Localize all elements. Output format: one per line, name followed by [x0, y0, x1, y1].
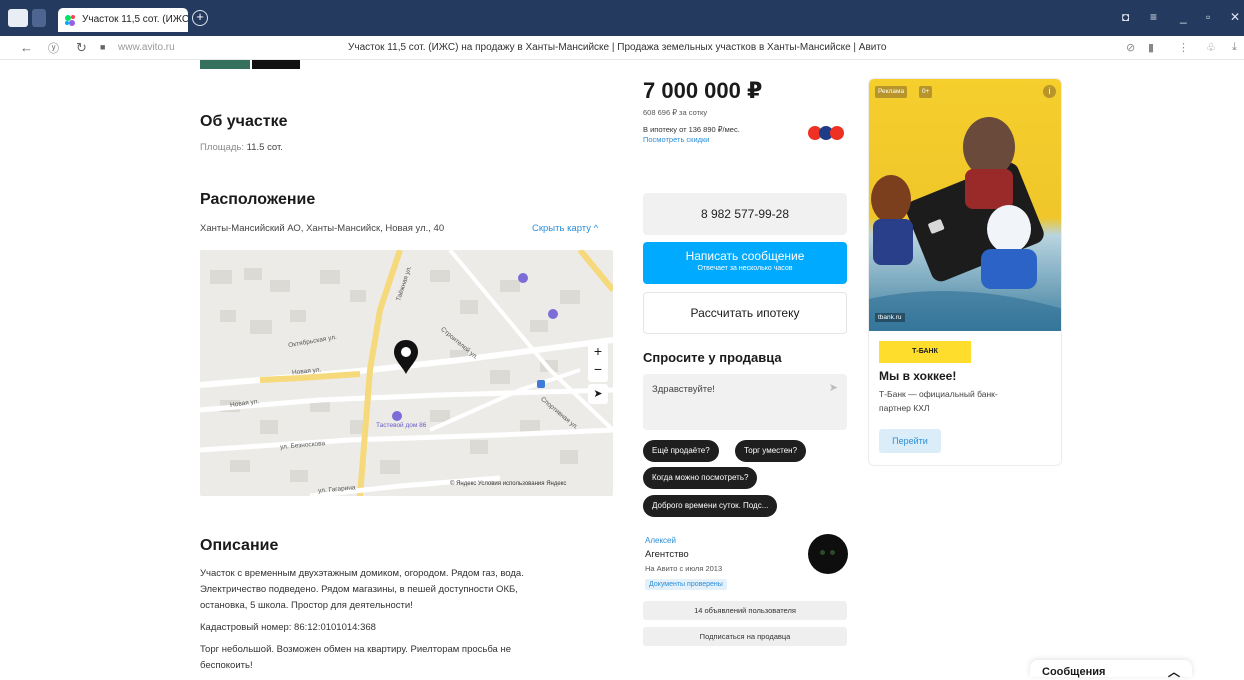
bookmark-icon[interactable]: ◘ — [1122, 10, 1129, 24]
more-icon[interactable]: ⋮ — [1178, 41, 1189, 54]
price-per-sotka: 608 696 ₽ за сотку — [643, 108, 708, 117]
avito-favicon-icon — [64, 14, 76, 26]
description-line: остановка, 5 школа. Простор для деятельн… — [200, 600, 413, 611]
quick-question-chip[interactable]: Торг уместен? — [735, 440, 807, 462]
close-window-icon[interactable]: ✕ — [1230, 10, 1240, 24]
ad-source: tbank.ru — [875, 313, 905, 322]
seller-listings-button[interactable]: 14 объявлений пользователя — [643, 601, 847, 620]
ad-banner[interactable]: Реклама 0+ i tbank.ru Т-БАНК Мы в хоккее… — [868, 78, 1062, 466]
about-heading: Об участке — [200, 113, 288, 130]
menu-icon[interactable]: ≡ — [1150, 10, 1157, 24]
messages-label: Сообщения — [1042, 666, 1106, 678]
age-label: 0+ — [919, 86, 933, 98]
description-line: Участок с временным двухэтажным домиком,… — [200, 568, 524, 579]
address-bar: ← ⓨ ↻ ■ www.avito.ru Участок 11,5 сот. (… — [0, 36, 1244, 60]
seller-type: Агентство — [645, 549, 689, 560]
zoom-controls: + − — [588, 342, 608, 382]
restore-icon[interactable]: ▫ — [1206, 10, 1210, 24]
area-value: 11.5 сот. — [246, 142, 283, 153]
avatar-eye — [820, 550, 825, 555]
seller-avatar[interactable] — [808, 534, 848, 574]
info-icon[interactable]: i — [1043, 85, 1056, 98]
bank-icon — [830, 126, 844, 140]
url-text[interactable]: www.avito.ru — [118, 42, 175, 53]
quick-question-chip[interactable]: Доброго времени суток. Подс... — [643, 495, 778, 517]
ask-seller-heading: Спросите у продавца — [643, 350, 782, 365]
bookmark-add-icon[interactable]: ▮ — [1148, 41, 1154, 54]
browser-tabbar: Участок 11,5 сот. (ИЖС × + ◘ ≡ _ ▫ ✕ — [0, 0, 1244, 36]
quick-question-chip[interactable]: Ещё продаёте? — [643, 440, 719, 462]
write-message-button[interactable]: Написать сообщение Отвечает за несколько… — [643, 242, 847, 284]
ad-title: Мы в хоккее! — [879, 369, 957, 383]
area-row: Площадь: 11.5 сот. — [200, 142, 283, 153]
write-message-sublabel: Отвечает за несколько часов — [697, 265, 793, 272]
lock-icon: ■ — [100, 42, 106, 52]
tab-avito[interactable]: Участок 11,5 сот. (ИЖС × — [58, 8, 188, 32]
subscribe-seller-button[interactable]: Подписаться на продавца — [643, 627, 847, 646]
messages-panel[interactable]: Сообщения ︿ — [1030, 660, 1192, 680]
price: 7 000 000 ₽ — [643, 78, 763, 103]
ad-label: Реклама — [875, 86, 908, 98]
gallery-thumbnail[interactable] — [200, 60, 250, 69]
tab-title: Участок 11,5 сот. (ИЖС × — [82, 14, 188, 25]
location-heading: Расположение — [200, 191, 316, 208]
map-pin-icon — [394, 340, 418, 374]
seller-since: На Авито с июля 2013 — [645, 564, 723, 573]
yandex-icon[interactable]: ⓨ — [48, 40, 59, 56]
ad-image: Реклама 0+ i tbank.ru — [869, 79, 1061, 331]
chevron-up-icon[interactable]: ︿ — [1168, 663, 1180, 680]
description-line: Торг небольшой. Возможен обмен на кварти… — [200, 644, 512, 655]
write-message-label: Написать сообщение — [685, 249, 805, 263]
reload-icon[interactable]: ↻ — [76, 40, 87, 56]
zoom-in-button[interactable]: + — [588, 342, 608, 360]
cadastral-number: Кадастровый номер: 86:12:0101014:368 — [200, 622, 376, 633]
new-tab-button[interactable]: + — [192, 10, 208, 26]
ad-cta-button[interactable]: Перейти — [879, 429, 941, 453]
geolocate-icon[interactable]: ➤ — [588, 384, 608, 404]
pin-icon[interactable]: ⊘ — [1126, 41, 1135, 54]
send-icon[interactable]: ➤ — [829, 381, 838, 394]
ask-seller-text: Здравствуйте! — [652, 384, 715, 395]
address-text: Ханты-Мансийский АО, Ханты-Мансийск, Нов… — [200, 223, 445, 234]
description-line: беспокоить! — [200, 660, 253, 671]
poi-label: Тастевой дом 86 — [376, 422, 427, 429]
description-line: Электричество подведено. Рядом магазины,… — [200, 584, 518, 595]
tbank-logo: Т-БАНК — [879, 341, 971, 363]
bank-logos — [808, 126, 844, 145]
tab-list-icon[interactable] — [32, 9, 46, 27]
map-attribution: © Яндекс Условия использования Яндекс — [450, 481, 567, 487]
download-icon[interactable]: ⤓ — [1232, 41, 1237, 54]
description-heading: Описание — [200, 537, 279, 554]
ad-text: Т-Банк — официальный банк- — [879, 389, 998, 399]
ad-illustration — [869, 117, 1061, 331]
area-label: Площадь: — [200, 142, 244, 153]
map[interactable]: Октябрьская ул. Новая ул. Новая ул. ул. … — [200, 250, 613, 496]
back-icon[interactable]: ← — [20, 40, 33, 55]
ask-seller-input[interactable]: Здравствуйте! ➤ — [643, 374, 847, 430]
zoom-out-button[interactable]: − — [588, 360, 608, 378]
discounts-link[interactable]: Посмотреть скидки — [643, 135, 710, 144]
ad-text: партнер КХЛ — [879, 403, 930, 413]
verified-badge: Документы проверены — [645, 579, 727, 590]
seller-name[interactable]: Алексей — [645, 536, 676, 545]
browser-menu-icon[interactable] — [8, 9, 28, 27]
mortgage-text: В ипотеку от 136 890 ₽/мес. — [643, 125, 740, 134]
quick-question-chip[interactable]: Когда можно посмотреть? — [643, 467, 758, 489]
description-text: Участок с временным двухэтажным домиком,… — [200, 566, 580, 674]
extension-icon[interactable]: ♧ — [1206, 41, 1216, 54]
hide-map-link[interactable]: Скрыть карту ^ — [532, 223, 598, 234]
gallery-thumbnail[interactable] — [252, 60, 300, 69]
calc-mortgage-button[interactable]: Рассчитать ипотеку — [643, 292, 847, 334]
show-phone-button[interactable]: 8 982 577-99-28 — [643, 193, 847, 235]
avatar-eye — [830, 550, 835, 555]
page-title-bar: Участок 11,5 сот. (ИЖС) на продажу в Хан… — [348, 42, 887, 53]
minimize-icon[interactable]: _ — [1180, 10, 1187, 24]
